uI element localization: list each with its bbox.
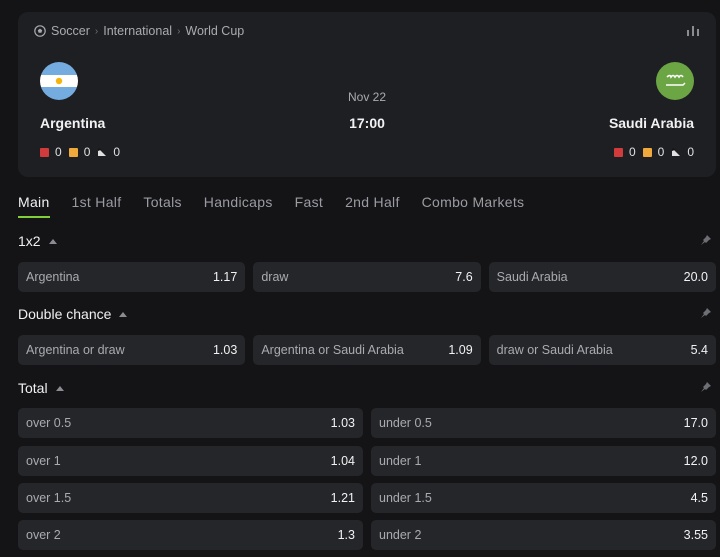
outcome-odd: 7.6	[455, 270, 473, 284]
home-corners: 0	[113, 145, 121, 159]
outcome-odd: 1.03	[330, 416, 355, 430]
away-team: Saudi Arabia 0 0 0	[609, 62, 694, 159]
tab-totals[interactable]: Totals	[143, 194, 181, 218]
breadcrumb-sport[interactable]: Soccer	[51, 24, 90, 38]
breadcrumb-tournament[interactable]: World Cup	[185, 24, 244, 38]
breadcrumb-category[interactable]: International	[103, 24, 172, 38]
caret-up-icon[interactable]	[119, 311, 128, 317]
outcome-odd: 12.0	[683, 454, 708, 468]
outcome-odd: 20.0	[683, 270, 708, 284]
outcome-label: under 1.5	[379, 491, 432, 505]
market-header-total[interactable]: Total	[18, 377, 716, 399]
away-red-cards: 0	[628, 145, 636, 159]
market-title: Total	[18, 380, 48, 396]
outcome-label: over 0.5	[26, 416, 72, 430]
odd-button[interactable]: Argentina or draw 1.03	[18, 335, 246, 365]
away-team-stats: 0 0 0	[609, 145, 694, 159]
pin-icon[interactable]	[700, 234, 712, 246]
odd-button[interactable]: under 0.5 17.0	[371, 408, 716, 438]
odd-button[interactable]: Argentina or Saudi Arabia 1.09	[253, 335, 481, 365]
odd-button[interactable]: Argentina 1.17	[18, 262, 246, 292]
outcome-odd: 1.03	[212, 343, 238, 357]
tab-1st-half[interactable]: 1st Half	[72, 194, 122, 218]
tab-main[interactable]: Main	[18, 194, 50, 218]
outcome-odd: 1.17	[212, 270, 238, 284]
outcome-odd: 1.21	[330, 491, 355, 505]
red-card-icon	[40, 147, 49, 157]
saudi-arabia-flag-icon	[656, 62, 694, 100]
outcome-label: draw	[261, 270, 289, 284]
odd-button[interactable]: draw or Saudi Arabia 5.4	[488, 335, 716, 365]
outcome-label: over 1.5	[26, 491, 72, 505]
outcome-label: over 2	[26, 528, 61, 542]
odd-button[interactable]: over 0.5 1.03	[18, 408, 363, 438]
bar-chart-icon[interactable]	[686, 25, 700, 37]
outcome-label: draw or Saudi Arabia	[496, 343, 613, 357]
pin-icon[interactable]	[700, 307, 712, 319]
odd-button[interactable]: over 1 1.04	[18, 446, 363, 476]
home-red-cards: 0	[55, 145, 62, 159]
home-yellow-cards: 0	[83, 145, 91, 159]
market-outcomes-total-row: over 1.5 1.21 under 1.5 4.5	[18, 483, 716, 513]
away-yellow-cards: 0	[657, 145, 665, 159]
tab-fast[interactable]: Fast	[295, 194, 323, 218]
yellow-card-icon	[68, 147, 78, 157]
chevron-right-icon: ›	[177, 25, 181, 37]
caret-up-icon[interactable]	[55, 385, 64, 391]
tab-handicaps[interactable]: Handicaps	[204, 194, 273, 218]
tab-combo-markets[interactable]: Combo Markets	[422, 194, 525, 218]
pin-icon[interactable]	[700, 381, 712, 393]
market-outcomes-double-chance: Argentina or draw 1.03 Argentina or Saudi…	[18, 335, 716, 365]
odd-button[interactable]: draw 7.6	[253, 262, 481, 292]
outcome-label: under 2	[379, 528, 422, 542]
outcome-label: Argentina	[26, 270, 80, 284]
outcome-odd: 1.3	[337, 528, 355, 542]
market-outcomes-total-row: over 1 1.04 under 1 12.0	[18, 446, 716, 476]
odd-button[interactable]: under 1 12.0	[371, 446, 716, 476]
outcome-label: Argentina or draw	[26, 343, 125, 357]
outcome-label: Argentina or Saudi Arabia	[261, 343, 404, 357]
odd-button[interactable]: over 1.5 1.21	[18, 483, 363, 513]
breadcrumb: Soccer › International › World Cup	[34, 24, 244, 38]
away-corners: 0	[687, 145, 694, 159]
odd-button[interactable]: under 2 3.55	[371, 520, 716, 550]
red-card-icon	[613, 147, 623, 157]
outcome-odd: 3.55	[683, 528, 708, 542]
outcome-odd: 1.04	[330, 454, 355, 468]
market-outcomes-total-row: over 2 1.3 under 2 3.55	[18, 520, 716, 550]
outcome-label: under 0.5	[379, 416, 432, 430]
match-card: Soccer › International › World Cup Argen…	[18, 12, 716, 177]
outcome-odd: 5.4	[690, 343, 708, 357]
away-team-name: Saudi Arabia	[608, 115, 694, 131]
outcome-label: over 1	[26, 454, 61, 468]
market-header-1x2[interactable]: 1x2	[18, 230, 716, 252]
outcome-label: Saudi Arabia	[496, 270, 568, 284]
corner-flag-icon	[98, 148, 107, 156]
market-title: Double chance	[18, 306, 112, 322]
tab-2nd-half[interactable]: 2nd Half	[345, 194, 400, 218]
soccer-ball-icon	[34, 25, 46, 37]
market-outcomes-1x2: Argentina 1.17 draw 7.6 Saudi Arabia 20.0	[18, 262, 716, 292]
market-tabs: Main 1st Half Totals Handicaps Fast 2nd …	[18, 194, 546, 218]
caret-up-icon[interactable]	[48, 238, 57, 244]
market-outcomes-total-row: over 0.5 1.03 under 0.5 17.0	[18, 408, 716, 438]
odd-button[interactable]: under 1.5 4.5	[371, 483, 716, 513]
outcome-odd: 4.5	[690, 491, 708, 505]
outcome-label: under 1	[379, 454, 422, 468]
chevron-right-icon: ›	[94, 25, 99, 37]
market-header-double-chance[interactable]: Double chance	[18, 303, 716, 325]
outcome-odd: 17.0	[683, 416, 708, 430]
outcome-odd: 1.09	[448, 343, 473, 357]
market-title: 1x2	[18, 233, 41, 249]
yellow-card-icon	[642, 147, 652, 157]
odd-button[interactable]: over 2 1.3	[18, 520, 363, 550]
home-team-stats: 0 0 0	[40, 145, 120, 159]
odd-button[interactable]: Saudi Arabia 20.0	[488, 262, 716, 292]
corner-flag-icon	[672, 148, 681, 156]
